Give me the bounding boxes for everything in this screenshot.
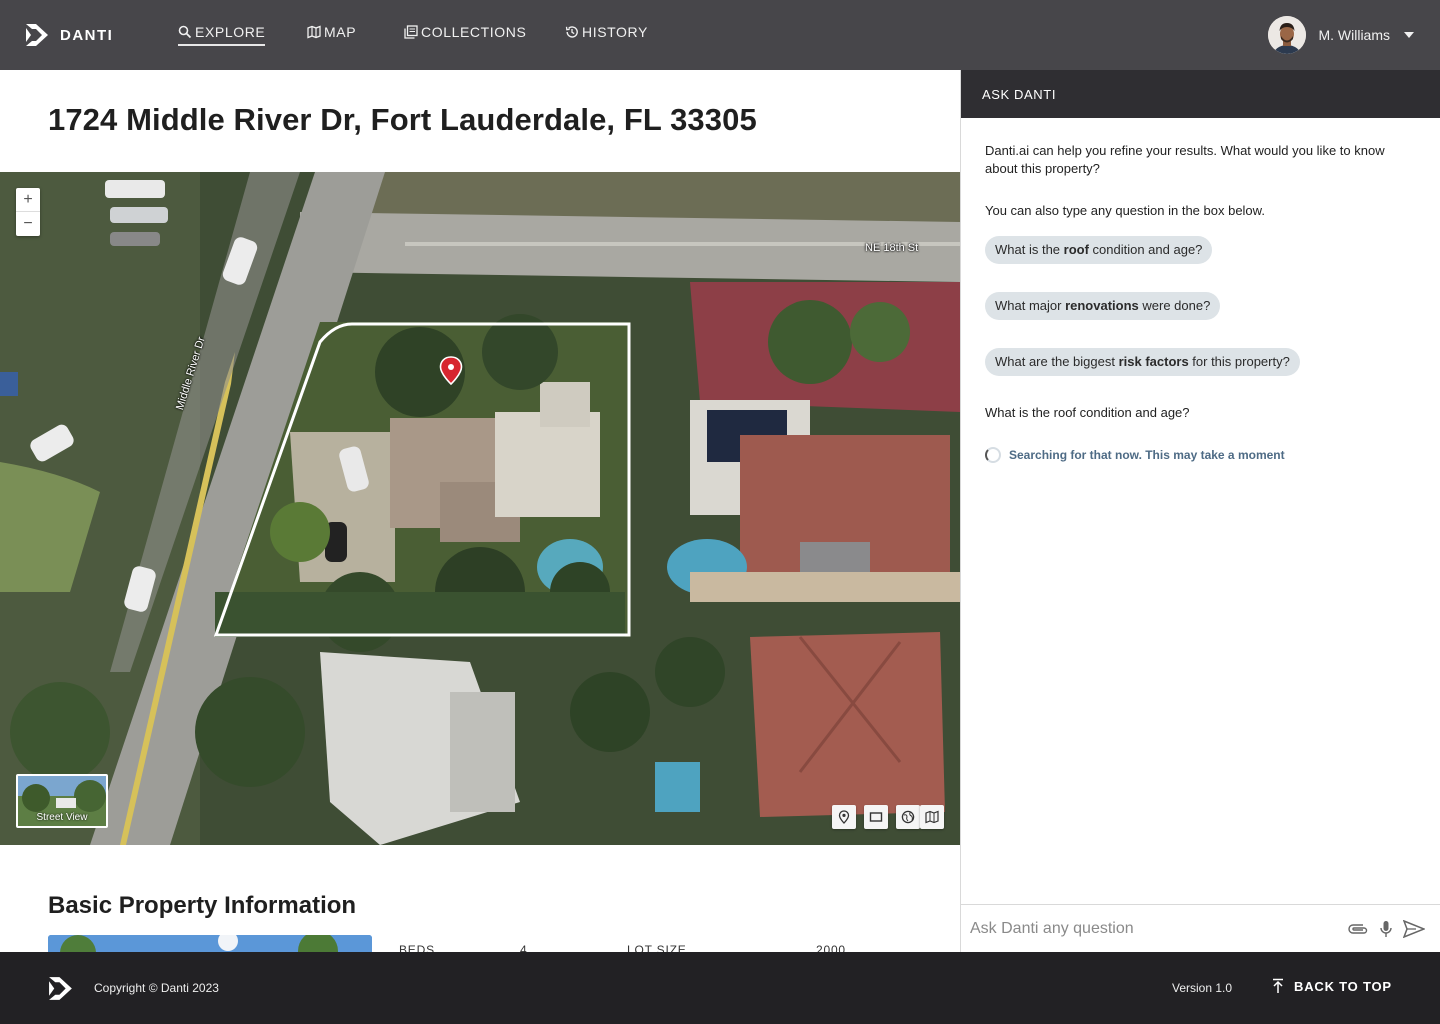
copyright-text: Copyright © Danti 2023 — [94, 981, 219, 995]
brand-logo[interactable]: DANTI — [24, 22, 113, 48]
street-view-label: Street View — [36, 812, 88, 823]
back-to-top-label: BACK TO TOP — [1294, 978, 1392, 994]
satellite-imagery — [0, 172, 960, 845]
nav-map[interactable]: MAP — [307, 24, 356, 44]
zoom-in-button[interactable]: + — [16, 188, 40, 212]
nav-history[interactable]: HISTORY — [565, 24, 648, 44]
attach-icon[interactable] — [1346, 917, 1370, 941]
nav-collections-label: COLLECTIONS — [421, 24, 527, 40]
chip-text: What is the — [995, 242, 1064, 257]
chip-text: condition and age? — [1088, 242, 1203, 257]
beds-value: 4 — [520, 943, 528, 952]
suggestion-risk-factors[interactable]: What are the biggest risk factors for th… — [985, 348, 1300, 376]
satellite-map[interactable]: + − NE 18th St Middle River Dr Street Vi… — [0, 172, 960, 845]
chip-text: for this property? — [1188, 354, 1290, 369]
basic-info-title: Basic Property Information — [48, 892, 357, 919]
footer: Copyright © Danti 2023 Version 1.0 BACK … — [0, 952, 1440, 1024]
nav-history-label: HISTORY — [582, 24, 648, 40]
chip-text: What are the biggest — [995, 354, 1119, 369]
history-icon — [565, 26, 578, 38]
map-icon — [925, 810, 939, 824]
spinner-icon — [985, 447, 1001, 463]
rectangle-icon — [869, 812, 883, 822]
loading-text: Searching for that now. This may take a … — [1009, 448, 1285, 462]
back-to-top-button[interactable]: BACK TO TOP — [1272, 978, 1392, 994]
map-view-button[interactable] — [920, 805, 944, 829]
map-icon — [307, 25, 321, 39]
assistant-intro: Danti.ai can help you refine your result… — [985, 143, 1385, 176]
question-input-bar — [961, 904, 1440, 952]
nav-collections[interactable]: COLLECTIONS — [404, 24, 526, 44]
lot-size-label: LOT SIZE — [627, 943, 687, 952]
send-icon[interactable] — [1402, 917, 1426, 941]
property-photo-image — [48, 935, 372, 952]
chip-keyword: risk factors — [1118, 354, 1189, 369]
nav-explore[interactable]: EXPLORE — [178, 24, 266, 46]
collections-icon — [404, 25, 418, 39]
ask-danti-panel: ASK DANTI Danti.ai can help you refine y… — [960, 70, 1440, 952]
street-view-thumbnail[interactable]: Street View — [16, 774, 108, 828]
chip-text: What major — [995, 298, 1066, 313]
pin-tool-button[interactable] — [832, 805, 856, 829]
arrow-up-icon — [1273, 978, 1283, 993]
microphone-icon[interactable] — [1374, 917, 1398, 941]
version-text: Version 1.0 — [1172, 981, 1233, 995]
suggestion-renovations[interactable]: What major renovations were done? — [985, 292, 1221, 320]
question-input[interactable] — [970, 919, 1340, 938]
avatar — [1268, 16, 1307, 54]
globe-view-button[interactable] — [896, 805, 920, 829]
assistant-hint: You can also type any question in the bo… — [985, 203, 1265, 218]
location-pin-icon[interactable] — [439, 356, 463, 386]
chip-keyword: roof — [1063, 242, 1089, 257]
user-question: What is the roof condition and age? — [985, 405, 1190, 420]
chat-body: Danti.ai can help you refine your result… — [961, 118, 1440, 464]
user-name: M. Williams — [1318, 27, 1390, 43]
loading-status: Searching for that now. This may take a … — [985, 446, 1416, 464]
globe-icon — [901, 810, 915, 824]
chip-keyword: renovations — [1065, 298, 1139, 313]
beds-label: BEDS — [399, 943, 435, 952]
top-navigation: DANTI EXPLORE MAP COLLECTIONS HISTORY M.… — [0, 0, 1440, 70]
suggestion-roof[interactable]: What is the roof condition and age? — [985, 236, 1213, 264]
brand-name: DANTI — [60, 26, 114, 44]
user-menu[interactable]: M. Williams — [1268, 16, 1414, 54]
danti-logo-icon[interactable] — [47, 975, 76, 1002]
nav-explore-label: EXPLORE — [195, 24, 266, 40]
street-label-ne-18th: NE 18th St — [865, 242, 919, 254]
zoom-control: + − — [16, 188, 40, 236]
danti-logo-icon — [26, 24, 48, 46]
lot-size-value: 2000 — [816, 943, 846, 952]
chip-text: were done? — [1138, 298, 1211, 313]
property-photo — [48, 935, 372, 952]
panel-title: ASK DANTI — [982, 86, 1057, 102]
panel-header: ASK DANTI — [961, 70, 1440, 118]
map-pin-icon — [838, 810, 850, 824]
zoom-out-button[interactable]: − — [16, 212, 40, 236]
map-toolbar — [824, 805, 944, 829]
page-title: 1724 Middle River Dr, Fort Lauderdale, F… — [48, 102, 757, 137]
search-icon — [178, 25, 192, 39]
chevron-down-icon — [1404, 32, 1414, 38]
user-photo-icon — [1268, 16, 1307, 54]
rectangle-tool-button[interactable] — [864, 805, 888, 829]
property-main: 1724 Middle River Dr, Fort Lauderdale, F… — [0, 70, 960, 952]
nav-map-label: MAP — [324, 24, 357, 40]
